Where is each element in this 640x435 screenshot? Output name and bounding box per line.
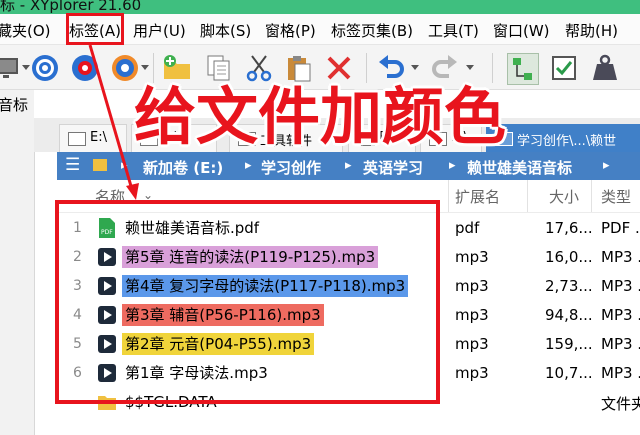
file-type: PDF ... xyxy=(601,219,640,237)
menu-favorites[interactable]: 藏夹(O) xyxy=(0,20,51,41)
file-size: 16,0... xyxy=(545,248,593,266)
menu-tabsets[interactable]: 标签页集(B) xyxy=(331,20,413,41)
file-ext: mp3 xyxy=(455,248,489,266)
checkbox-icon[interactable] xyxy=(549,53,579,83)
file-size: 2,73... xyxy=(545,277,593,295)
tab-active[interactable]: 学习创作\...\赖世 xyxy=(486,124,640,153)
file-size: 17,6... xyxy=(545,219,593,237)
title-bar: 标 - XYplorer 21.60 xyxy=(0,0,640,14)
menu-window[interactable]: 窗口(W) xyxy=(493,20,550,41)
chevron-right-icon: ▸ xyxy=(245,158,252,173)
monitor-icon[interactable] xyxy=(0,53,22,83)
file-type: MP3 ... xyxy=(601,306,640,324)
menu-tools[interactable]: 工具(T) xyxy=(428,20,479,41)
tab-1[interactable]: E:\ xyxy=(59,124,127,153)
menu-help[interactable]: 帮助(H) xyxy=(565,20,618,41)
file-size: 159,... xyxy=(545,335,593,353)
file-ext: mp3 xyxy=(455,306,489,324)
breadcrumb-current[interactable]: 赖世雄美语音标 xyxy=(467,157,572,178)
file-type: MP3 ... xyxy=(601,277,640,295)
target-icon[interactable] xyxy=(30,53,60,83)
file-type: MP3 ... xyxy=(601,335,640,353)
breadcrumb: ☰ ▸ 新加卷 (E:) ▸ 学习创作 ▸ 英语学习 ▸ 赖世雄美语音标 ▸ xyxy=(57,152,640,180)
breadcrumb-study[interactable]: 学习创作 xyxy=(261,157,321,178)
left-pane xyxy=(0,90,34,435)
file-type: MP3 ... xyxy=(601,364,640,382)
weight-icon[interactable] xyxy=(590,53,620,83)
file-ext: pdf xyxy=(455,219,480,237)
tree-icon[interactable] xyxy=(507,53,539,85)
chevron-right-icon: ▸ xyxy=(345,158,352,173)
chevron-right-icon: ▸ xyxy=(121,158,128,173)
file-size: 10,7... xyxy=(545,364,593,382)
menu-scripts[interactable]: 脚本(S) xyxy=(200,20,251,41)
menu-icon[interactable]: ☰ xyxy=(65,155,80,175)
color-filter-icon[interactable] xyxy=(70,53,100,83)
annotation-banner: 给文件加颜色 xyxy=(134,80,507,153)
file-ext: mp3 xyxy=(455,335,489,353)
file-type: MP3 ... xyxy=(601,248,640,266)
file-ext: mp3 xyxy=(455,277,489,295)
file-type: 文件夹 xyxy=(601,395,640,413)
sidebar-label: 音标 xyxy=(0,96,29,114)
folder-icon xyxy=(93,159,107,171)
annotation-box xyxy=(55,200,440,404)
file-ext: mp3 xyxy=(455,364,489,382)
menu-user[interactable]: 用户(U) xyxy=(133,20,186,41)
column-ext[interactable]: 扩展名 xyxy=(455,186,500,207)
column-size[interactable]: 大小 xyxy=(549,186,579,207)
chevron-right-icon: ▸ xyxy=(603,158,610,173)
window-title: 标 - XYplorer 21.60 xyxy=(0,0,142,14)
breadcrumb-english[interactable]: 英语学习 xyxy=(363,157,423,178)
menu-panes[interactable]: 窗格(P) xyxy=(265,20,316,41)
breadcrumb-drive[interactable]: 新加卷 (E:) xyxy=(143,157,223,178)
drive-icon xyxy=(68,132,86,146)
chevron-right-icon: ▸ xyxy=(449,158,456,173)
file-size: 94,8... xyxy=(545,306,593,324)
annotation-menu-box xyxy=(66,13,124,45)
column-type[interactable]: 类型 xyxy=(601,186,631,207)
